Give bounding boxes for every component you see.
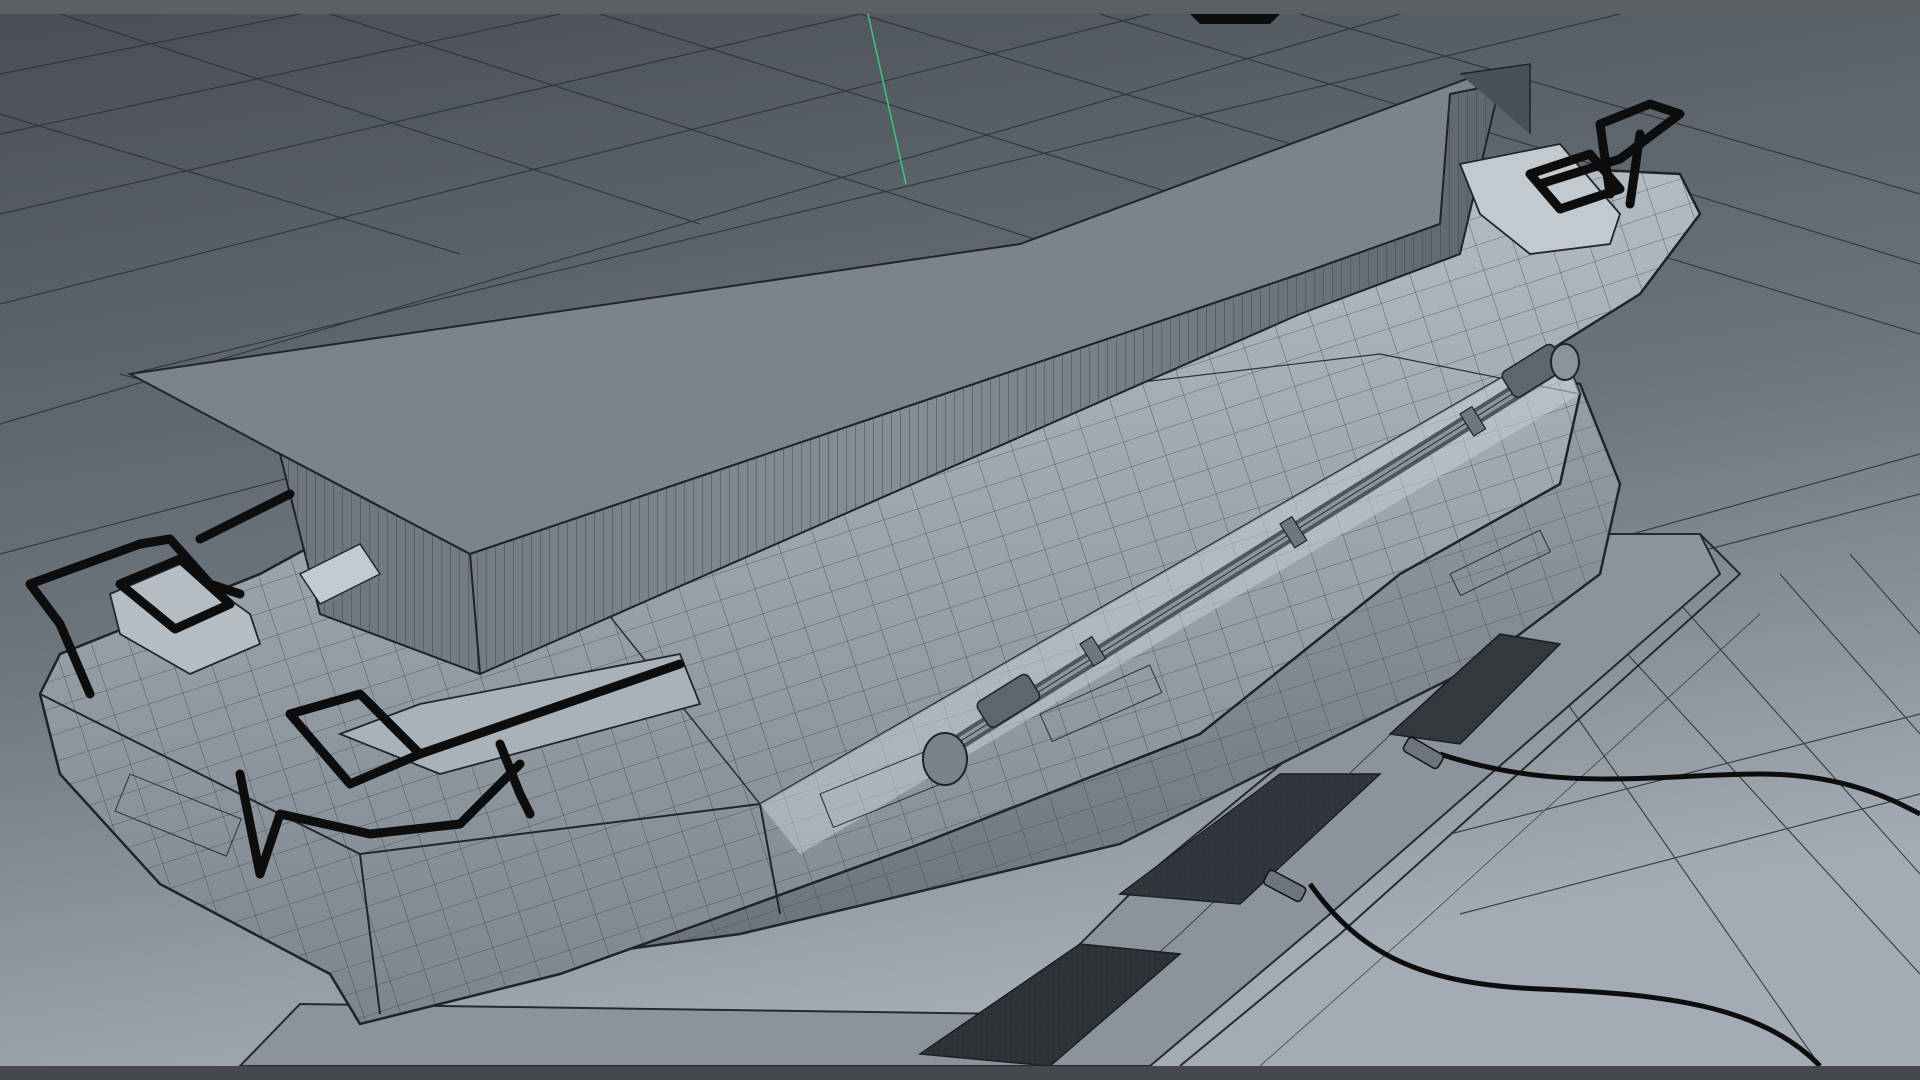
- viewport-top-border: [0, 0, 1920, 14]
- viewport-scene[interactable]: [0, 14, 1920, 1066]
- 3d-viewport[interactable]: [0, 14, 1920, 1066]
- app-window: [0, 0, 1920, 1080]
- offscreen-object-tip: [1190, 14, 1280, 24]
- viewport-bottom-border: [0, 1066, 1920, 1080]
